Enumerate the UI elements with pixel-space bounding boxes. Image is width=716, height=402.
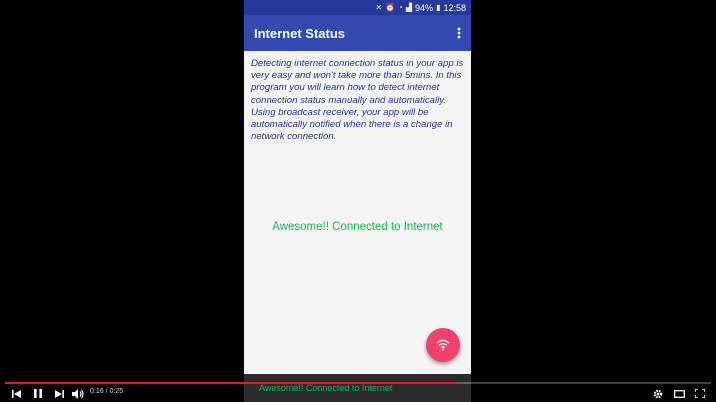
video-time: 0:16 / 0:25 [90,388,124,395]
battery-icon: ▮ [436,3,441,12]
battery-level: 94% [415,2,434,13]
video-player[interactable]: ✕ ⏰ ◔ ▟ 94% ▮ 12:58 Internet Status Dete… [0,0,716,402]
pause-icon [34,389,42,398]
wifi-fab-button[interactable] [426,328,460,362]
skip-next-icon [54,389,64,398]
progress-bar[interactable] [5,382,711,384]
app-bar: Internet Status [244,15,471,51]
fullscreen-button[interactable] [693,385,707,402]
skip-previous-icon [11,389,21,398]
signal-icon: ▟ [405,3,413,12]
description-text: Detecting internet connection status in … [251,58,464,143]
wifi-status-icon: ◔ [398,3,403,12]
mute-icon: ✕ [375,3,383,12]
more-vert-glyph [457,27,461,39]
fullscreen-icon [695,389,705,398]
clock: 12:58 [443,2,466,13]
previous-button[interactable] [9,385,23,402]
next-button[interactable] [52,385,66,402]
volume-button[interactable] [70,385,86,402]
gear-icon [653,389,663,398]
wifi-icon [436,339,450,351]
phone-screen: ✕ ⏰ ◔ ▟ 94% ▮ 12:58 Internet Status Dete… [244,0,471,402]
alarm-icon: ⏰ [385,3,396,12]
more-vert-icon[interactable] [447,15,471,51]
progress-bar-fill [5,382,457,384]
connection-status: Awesome!! Connected to Internet [272,221,443,233]
settings-button[interactable] [651,385,665,402]
pause-button[interactable] [31,385,45,402]
theater-mode-icon [673,389,685,398]
theater-mode-button[interactable] [672,385,686,402]
app-title: Internet Status [254,25,346,41]
volume-icon [72,388,84,399]
status-bar: ✕ ⏰ ◔ ▟ 94% ▮ 12:58 [244,0,471,15]
